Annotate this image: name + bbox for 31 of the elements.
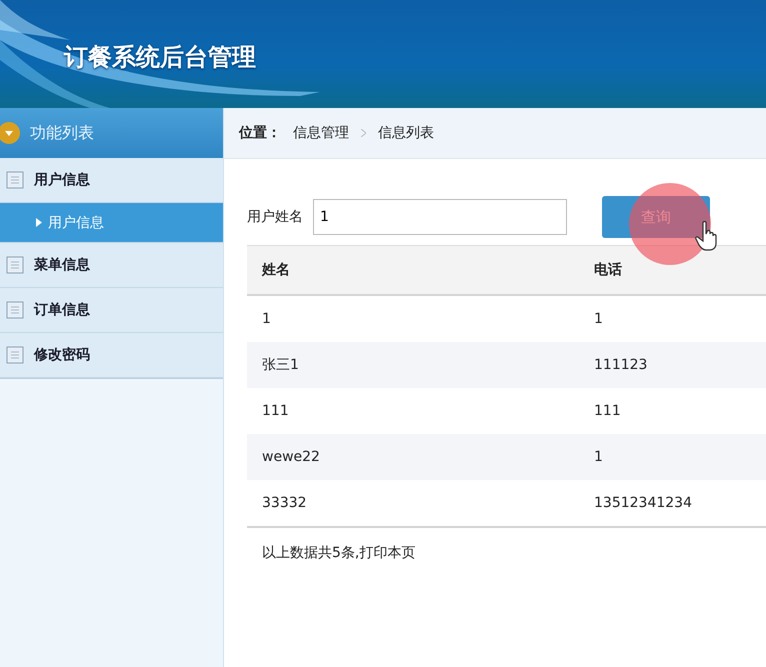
name-input-field[interactable]: 1 xyxy=(313,199,567,235)
sidebar-title: 功能列表 xyxy=(30,122,94,144)
table-cell: 111 xyxy=(579,388,766,434)
table-cell: 张三1 xyxy=(247,342,579,388)
table-cell: 1 xyxy=(579,434,766,480)
app-title: 订餐系统后台管理 xyxy=(64,42,256,73)
breadcrumb-link[interactable]: 信息管理 xyxy=(293,124,349,142)
table-cell: 13512341234 xyxy=(579,480,766,527)
table-cell: 111123 xyxy=(579,342,766,388)
chevron-down-icon xyxy=(0,122,20,144)
table-cell: 1 xyxy=(579,295,766,342)
caret-icon xyxy=(36,218,42,227)
menu-item[interactable]: 菜单信息 xyxy=(0,243,223,288)
table-cell: wewe22 xyxy=(247,434,579,480)
table-cell: 1 xyxy=(247,295,579,342)
hand-cursor-icon xyxy=(695,221,719,251)
column-header: 电话 xyxy=(579,246,766,295)
document-icon xyxy=(6,256,24,274)
breadcrumb-label: 位置： xyxy=(239,124,281,142)
document-icon xyxy=(6,301,24,319)
menu-item[interactable]: 修改密码 xyxy=(0,333,223,378)
menu-item[interactable]: 订单信息 xyxy=(0,288,223,333)
document-icon xyxy=(6,171,24,189)
column-header: 姓名 xyxy=(247,246,579,295)
record-count-text: 以上数据共5条,打印本页 xyxy=(262,544,416,562)
table-cell: 111 xyxy=(247,388,579,434)
separator-icon xyxy=(361,129,366,137)
field-label: 用户姓名 xyxy=(247,208,303,226)
table-cell: 33332 xyxy=(247,480,579,527)
document-icon xyxy=(6,346,24,364)
breadcrumb-link[interactable]: 信息列表 xyxy=(378,124,434,142)
